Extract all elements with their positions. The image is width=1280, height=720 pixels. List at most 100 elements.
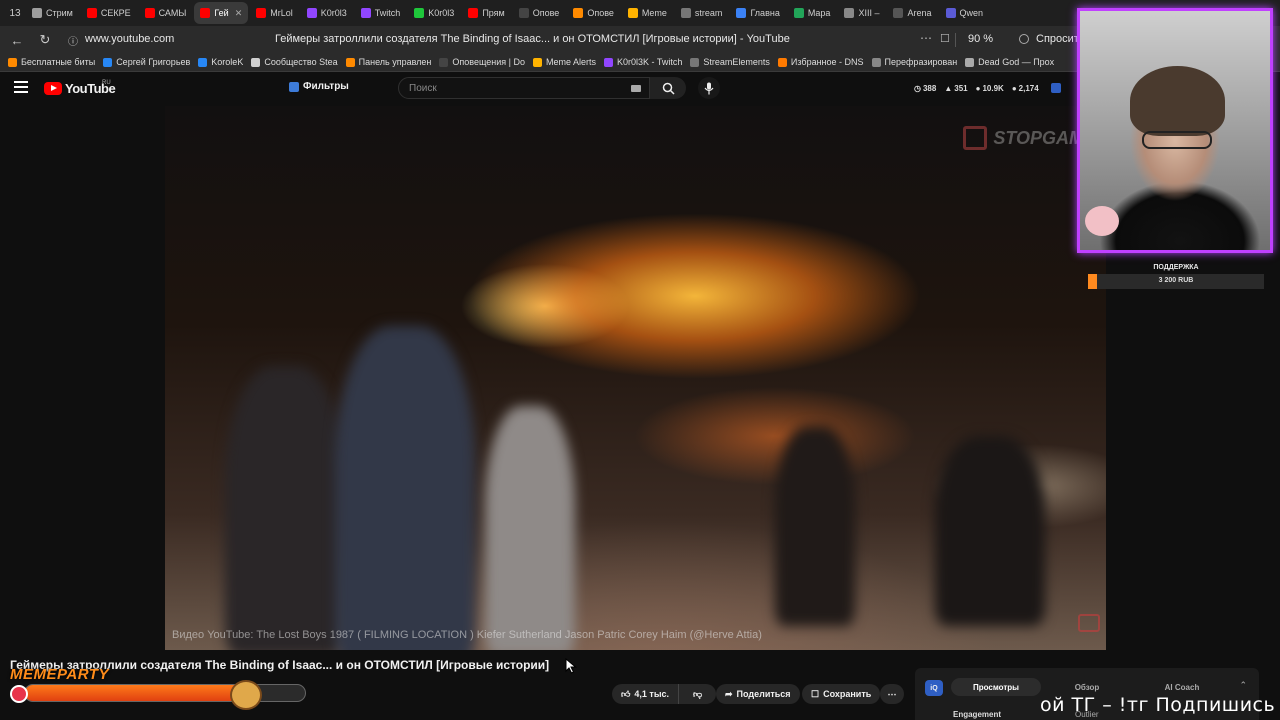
- video-frame-shape: [775, 426, 855, 626]
- bookmark-label: Перефразирован: [884, 57, 958, 67]
- tab-favicon-icon: [86, 8, 97, 18]
- stat-item: ● 10.9K: [975, 83, 1004, 93]
- filters-label: Фильтры: [303, 81, 349, 92]
- save-button[interactable]: ☐ Сохранить: [802, 684, 881, 704]
- filters-button[interactable]: Фильтры: [289, 81, 349, 92]
- url-field[interactable]: www.youtube.com: [85, 33, 174, 45]
- bookmark-icon[interactable]: ☐: [940, 32, 950, 45]
- back-icon[interactable]: ←: [6, 29, 28, 51]
- close-tab-icon[interactable]: ✕: [235, 8, 243, 19]
- save-icon: ☐: [811, 688, 820, 699]
- divider: [955, 33, 956, 47]
- browser-tab[interactable]: Опове: [513, 2, 566, 24]
- bookmark-item[interactable]: Бесплатные биты: [8, 57, 95, 67]
- more-icon: ⋯: [887, 688, 897, 699]
- tab-count[interactable]: 13: [4, 4, 26, 22]
- tab-favicon-icon: [32, 8, 42, 18]
- browser-tab[interactable]: Главна: [730, 2, 785, 24]
- more-actions-button[interactable]: ⋯: [880, 684, 904, 704]
- donation-goal-bar: 3 200 RUB: [1088, 274, 1264, 289]
- bookmark-favicon-icon: [690, 57, 700, 67]
- tab-favicon-icon: [680, 8, 691, 18]
- video-player[interactable]: STOPGAME Видео YouTube: The Lost Boys 19…: [165, 106, 1106, 650]
- menu-icon[interactable]: [14, 81, 28, 93]
- share-icon: ➦: [725, 688, 733, 699]
- browser-tab[interactable]: Гей ✕: [194, 2, 249, 24]
- page-title: Геймеры затроллили создателя The Binding…: [275, 33, 790, 45]
- pig-sticker-icon: [1085, 206, 1119, 236]
- tab-favicon-icon: [736, 8, 747, 18]
- browser-tab[interactable]: MrLol: [250, 2, 299, 24]
- browser-tab[interactable]: stream: [675, 2, 729, 24]
- browser-tab[interactable]: Стрим: [26, 2, 79, 24]
- webcam-figure: [1142, 131, 1212, 149]
- iq-logo-icon: iQ: [925, 680, 943, 696]
- bookmark-item[interactable]: Dead God — Прох: [965, 57, 1054, 67]
- reload-icon[interactable]: ↻: [34, 29, 56, 51]
- keyboard-icon[interactable]: [631, 85, 641, 92]
- tab-favicon-icon: [256, 8, 267, 18]
- stopgame-logo-icon: [963, 126, 988, 150]
- ask-button[interactable]: Спросит: [1036, 33, 1079, 45]
- tab-favicon-icon: [844, 8, 855, 18]
- browser-tab[interactable]: Meme: [622, 2, 673, 24]
- more-icon[interactable]: ⋯: [920, 31, 932, 45]
- bookmark-item[interactable]: Сообщество Stea: [251, 57, 338, 67]
- tab-label: Arena: [907, 8, 932, 18]
- browser-tab[interactable]: Arena: [887, 2, 937, 24]
- bookmark-label: StreamElements: [703, 57, 770, 67]
- bookmark-label: Dead God — Прох: [978, 57, 1055, 67]
- bookmark-label: Сообщество Stea: [264, 57, 338, 67]
- dislike-button[interactable]: 👎︎: [683, 684, 712, 704]
- zoom-level[interactable]: 90 %: [968, 33, 993, 45]
- browser-tab[interactable]: Опове: [567, 2, 620, 24]
- browser-tab[interactable]: Прям: [462, 2, 510, 24]
- extension-icon[interactable]: [1050, 83, 1061, 93]
- memeparty-progress-fill: [25, 685, 244, 701]
- browser-tab[interactable]: Мара: [788, 2, 837, 24]
- bookmark-label: KoroleK: [211, 57, 244, 67]
- tab-label: XIII –: [858, 8, 880, 18]
- bookmark-item[interactable]: K0r0l3K - Twitch: [604, 57, 682, 67]
- video-frame-shape: [485, 406, 575, 650]
- browser-tab[interactable]: САМЫ: [139, 2, 193, 24]
- bookmark-favicon-icon: [198, 57, 208, 67]
- filter-icon: [289, 81, 299, 92]
- bookmark-item[interactable]: StreamElements: [690, 57, 770, 67]
- bookmark-favicon-icon: [345, 57, 355, 67]
- bookmark-favicon-icon: [8, 57, 17, 67]
- browser-tab[interactable]: Twitch: [355, 2, 407, 24]
- tab-label: Мара: [807, 8, 831, 18]
- browser-tab[interactable]: СЕКРЕ: [81, 2, 137, 24]
- tab-label: K0r0l3: [428, 8, 455, 18]
- tab-favicon-icon: [306, 8, 317, 18]
- bookmark-item[interactable]: KoroleK: [198, 57, 243, 67]
- stat-item: ● 2,174: [1011, 83, 1039, 93]
- extension-stats: ◷ 388 ▲ 351 ● 10.9K ● 2,174: [914, 83, 1061, 93]
- browser-tab[interactable]: K0r0l3: [301, 2, 353, 24]
- tab-favicon-icon: [144, 8, 155, 18]
- bookmark-item[interactable]: Meme Alerts: [533, 57, 596, 67]
- bookmark-label: Meme Alerts: [546, 57, 597, 67]
- share-button[interactable]: ➦ Поделиться: [716, 684, 800, 704]
- memeparty-badge-icon: [10, 685, 28, 703]
- browser-tab[interactable]: K0r0l3: [408, 2, 460, 24]
- bookmark-favicon-icon: [439, 57, 449, 67]
- tab-views[interactable]: Просмотры: [951, 678, 1041, 696]
- bookmark-item[interactable]: Оповещения | Do: [439, 57, 525, 67]
- bookmark-item[interactable]: Перефразирован: [871, 57, 958, 67]
- site-info-icon[interactable]: ⓘ: [62, 29, 84, 51]
- like-button[interactable]: 👍︎ 4,1 тыс.: [612, 684, 680, 704]
- search-input[interactable]: Поиск: [398, 77, 650, 99]
- bookmark-item[interactable]: Избранное - DNS: [777, 57, 864, 67]
- mouse-cursor-icon: [565, 658, 577, 674]
- tab-label: САМЫ: [158, 8, 187, 18]
- bookmark-item[interactable]: Панель управлен: [345, 57, 431, 67]
- browser-tab[interactable]: Qwen: [940, 2, 990, 24]
- voice-search-button[interactable]: [698, 77, 720, 99]
- browser-tab[interactable]: XIII –: [838, 2, 885, 24]
- tab-label: stream: [694, 8, 723, 18]
- chevron-up-icon[interactable]: ⌃: [1239, 680, 1247, 691]
- search-button[interactable]: [650, 77, 686, 99]
- bookmark-item[interactable]: Сергей Григорьев: [103, 57, 190, 67]
